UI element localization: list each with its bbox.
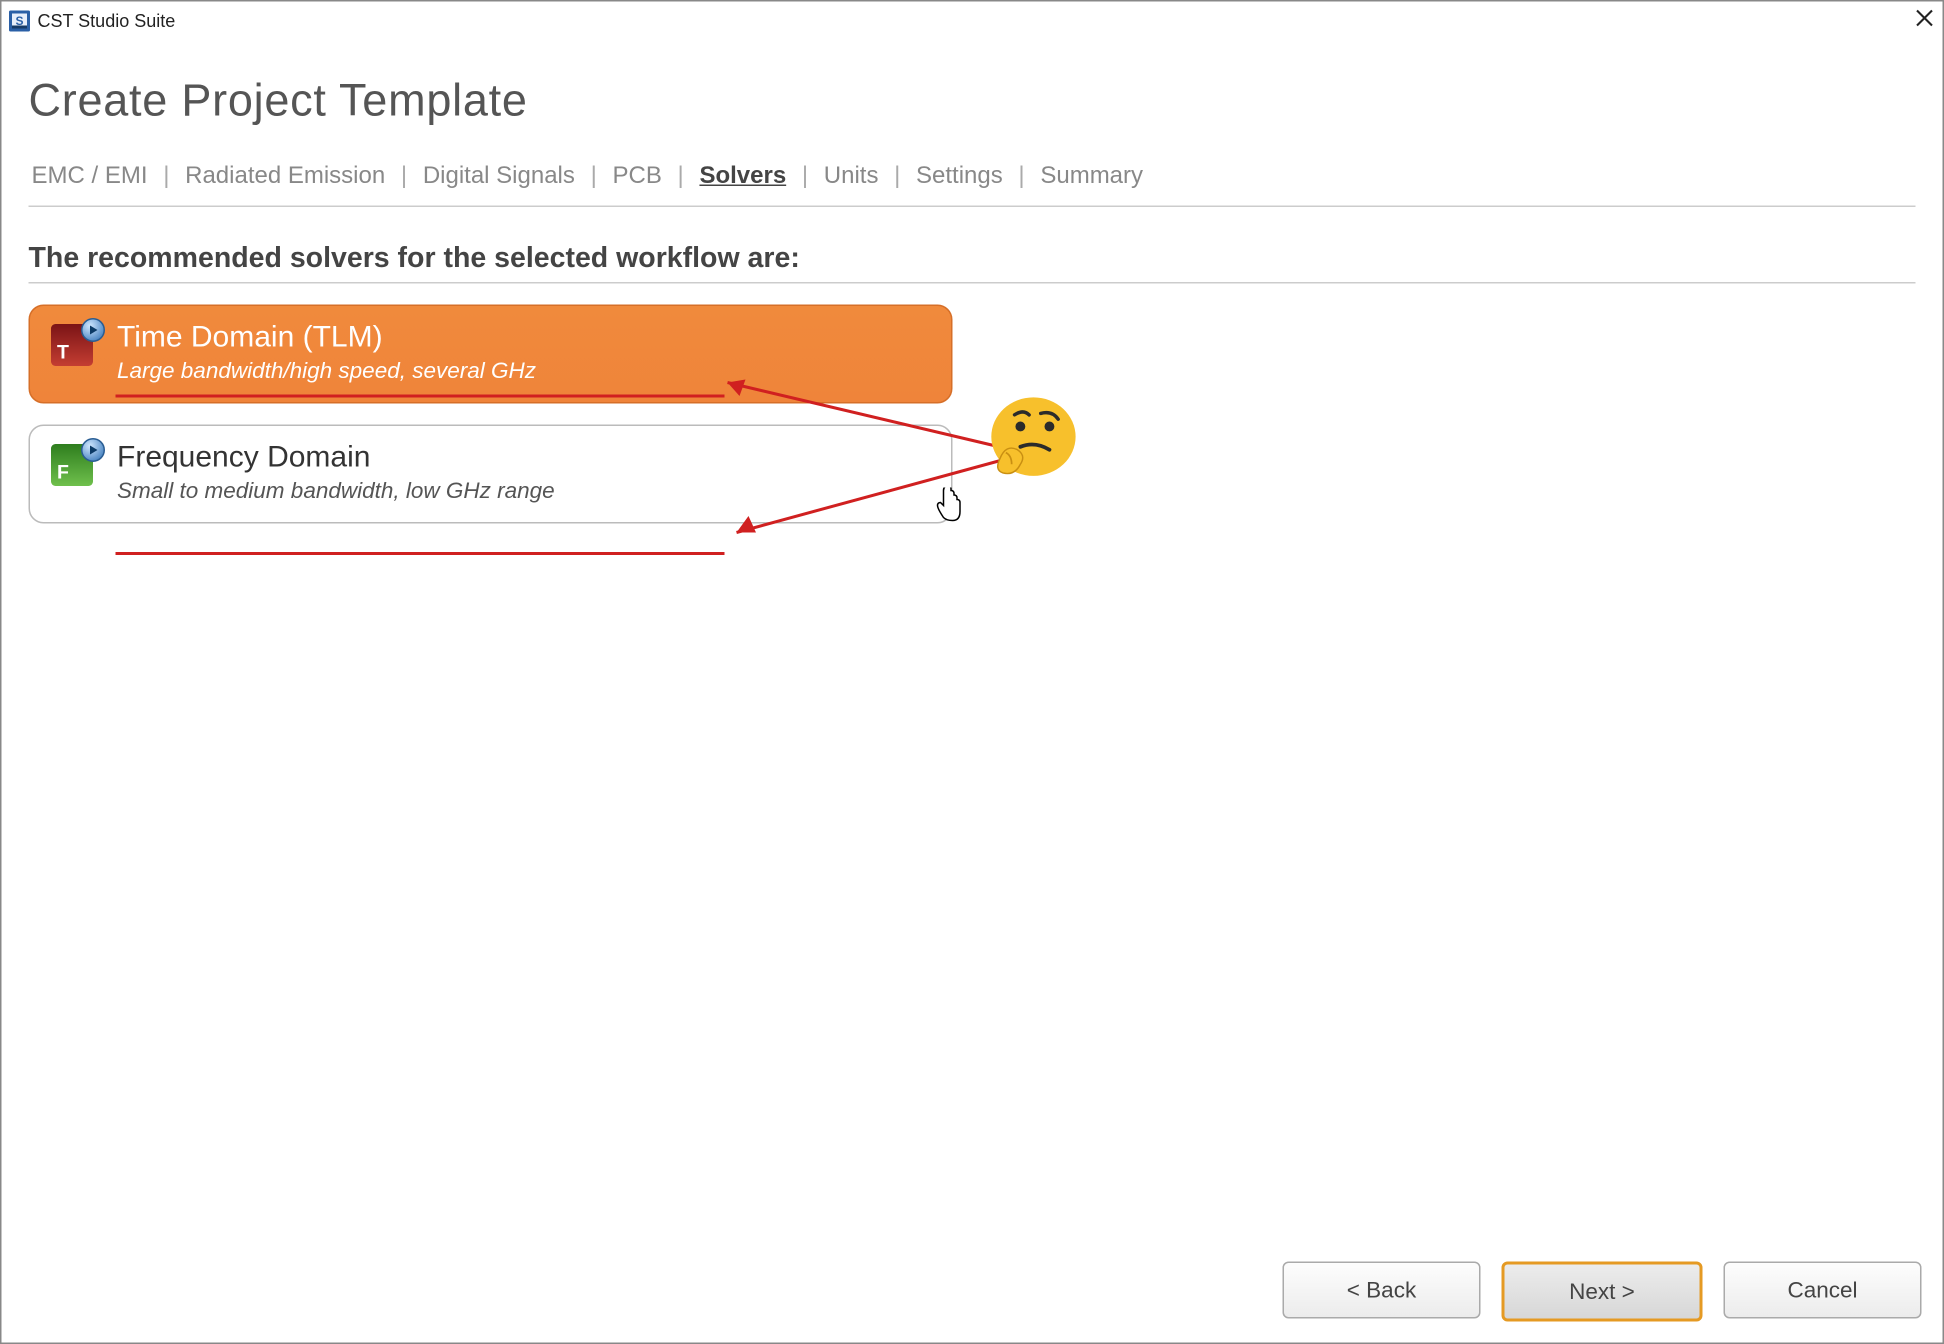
cancel-button[interactable]: Cancel (1724, 1262, 1922, 1319)
breadcrumb-separator: | (1018, 164, 1024, 190)
app-icon: S (8, 9, 32, 33)
breadcrumb-item[interactable]: Summary (1040, 164, 1143, 190)
annotation-arrow (716, 455, 1016, 545)
titlebar: S CST Studio Suite (2, 2, 1943, 41)
app-window: S CST Studio Suite Create Project Templa… (0, 0, 1944, 1344)
breadcrumb-separator: | (163, 164, 169, 190)
section-label: The recommended solvers for the selected… (29, 243, 1916, 284)
page-title: Create Project Template (29, 77, 1916, 128)
solver-list: T Time Domain (TLM) Large bandwidth/high… (29, 305, 1916, 524)
back-button[interactable]: < Back (1283, 1262, 1481, 1319)
annotation-underline (116, 552, 725, 555)
breadcrumb-item[interactable]: Radiated Emission (185, 164, 385, 190)
svg-text:S: S (15, 14, 23, 28)
solver-text: Time Domain (TLM) Large bandwidth/high s… (117, 321, 536, 384)
breadcrumb-item[interactable]: Settings (916, 164, 1003, 190)
next-button[interactable]: Next > (1502, 1262, 1703, 1322)
pointer-cursor-icon (935, 488, 962, 524)
frequency-domain-solver-icon: F (51, 444, 99, 492)
wizard-content: Create Project Template EMC / EMI | Radi… (29, 62, 1916, 1316)
solver-text: Frequency Domain Small to medium bandwid… (117, 441, 555, 504)
play-badge-icon (81, 438, 105, 462)
breadcrumb-separator: | (894, 164, 900, 190)
breadcrumb: EMC / EMI | Radiated Emission | Digital … (29, 164, 1916, 208)
time-domain-solver-icon: T (51, 324, 99, 372)
breadcrumb-separator: | (591, 164, 597, 190)
wizard-footer: < Back Next > Cancel (1283, 1262, 1922, 1322)
window-title: CST Studio Suite (38, 11, 176, 32)
breadcrumb-separator: | (401, 164, 407, 190)
breadcrumb-item[interactable]: Digital Signals (423, 164, 575, 190)
close-icon[interactable] (1916, 8, 1934, 32)
thinking-face-emoji-icon (986, 395, 1079, 482)
breadcrumb-item-current[interactable]: Solvers (699, 164, 786, 190)
solver-description: Large bandwidth/high speed, several GHz (117, 359, 536, 385)
breadcrumb-separator: | (802, 164, 808, 190)
play-badge-icon (81, 318, 105, 342)
solver-title: Frequency Domain (117, 441, 555, 476)
solver-description: Small to medium bandwidth, low GHz range (117, 479, 555, 505)
breadcrumb-separator: | (678, 164, 684, 190)
solver-title: Time Domain (TLM) (117, 321, 536, 356)
breadcrumb-item[interactable]: PCB (612, 164, 661, 190)
breadcrumb-item[interactable]: EMC / EMI (32, 164, 148, 190)
breadcrumb-item[interactable]: Units (824, 164, 879, 190)
annotation-underline (116, 395, 725, 398)
